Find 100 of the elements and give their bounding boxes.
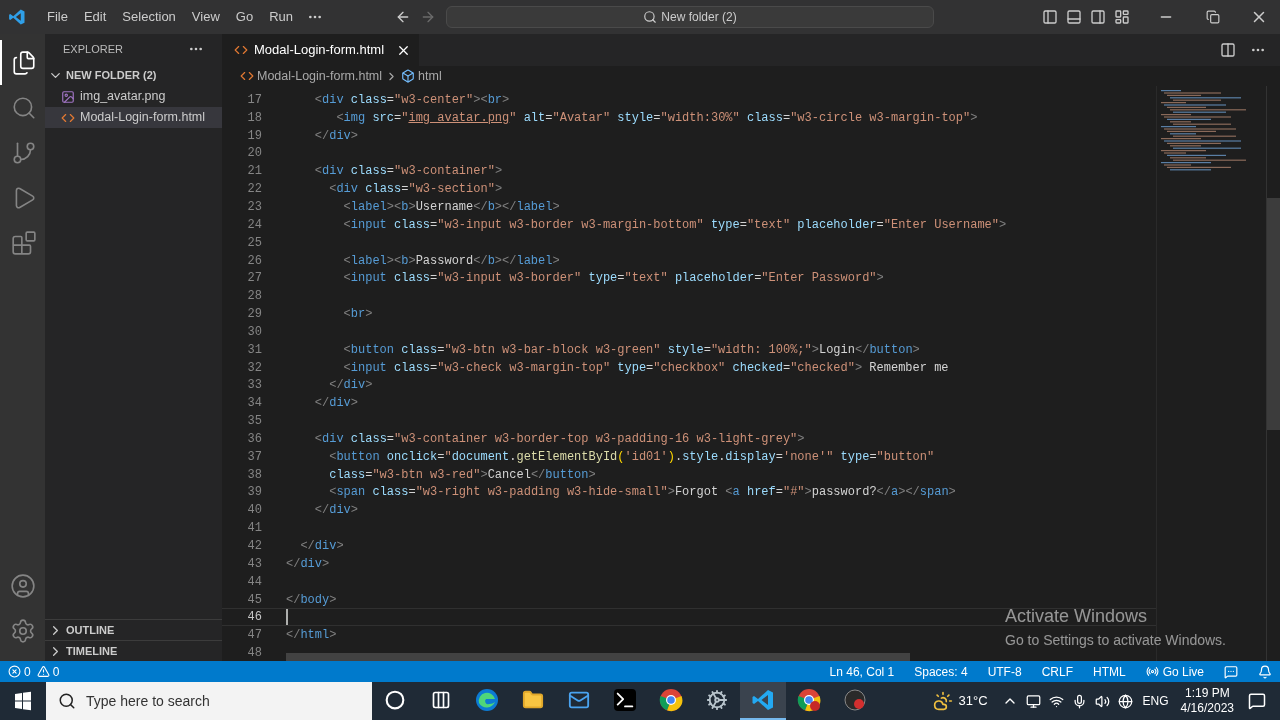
line-number: 39: [246, 484, 262, 502]
status-item[interactable]: HTML: [1092, 662, 1126, 681]
sidebar-toggle-icon[interactable]: [1042, 9, 1058, 25]
restore-icon[interactable]: [1206, 10, 1220, 24]
line-number: 25: [246, 234, 262, 252]
branch-icon: [10, 139, 37, 166]
menu-item[interactable]: View: [183, 5, 228, 29]
notifications-icon[interactable]: [1258, 664, 1272, 679]
code-line: </div>: [313, 502, 359, 520]
line-number: 31: [246, 341, 262, 359]
problems-status[interactable]: 0 0: [8, 662, 60, 681]
line-number: 21: [246, 163, 262, 181]
text-cursor: [286, 609, 288, 626]
taskbar-search-field[interactable]: Type here to search: [46, 682, 372, 720]
line-number: 43: [246, 555, 262, 573]
feedback-icon[interactable]: [1224, 664, 1238, 679]
breadcrumb-item[interactable]: Modal-Login-form.html: [257, 66, 383, 86]
account-icon: [9, 572, 36, 599]
search-icon: [58, 692, 76, 710]
network-icon[interactable]: [1048, 693, 1064, 709]
code-icon: [234, 43, 248, 57]
menu-item[interactable]: File: [39, 5, 76, 29]
menu-item[interactable]: Edit: [75, 5, 115, 29]
editor-tab[interactable]: Modal-Login-form.html: [222, 34, 420, 66]
browser-icon: [797, 688, 821, 712]
status-item[interactable]: Ln 46, Col 1: [829, 662, 895, 681]
code-line: <img src="img_avatar.png" alt="Avatar" style="width:30%" class="w3-circle w3-margin-top">: [335, 109, 978, 127]
task-view-icon: [431, 690, 451, 710]
line-number: 47: [246, 627, 262, 645]
line-number: 26: [246, 252, 262, 270]
status-item[interactable]: CRLF: [1041, 662, 1073, 681]
temperature[interactable]: 31°C: [958, 691, 988, 711]
line-number: 44: [246, 573, 262, 591]
scrollbar-thumb[interactable]: [1267, 198, 1280, 430]
monitor-icon[interactable]: [1025, 693, 1041, 709]
explorer-row[interactable]: Modal-Login-form.html: [45, 107, 222, 128]
app-logo: [8, 8, 26, 26]
line-number: 45: [246, 591, 262, 609]
back-icon[interactable]: [395, 9, 411, 25]
menu-item[interactable]: Run: [261, 5, 301, 29]
app-icon: [843, 688, 867, 712]
blocks-icon: [10, 229, 37, 256]
code-line: </div>: [313, 127, 359, 145]
menu-item[interactable]: Go: [227, 5, 262, 29]
line-number: 38: [246, 466, 262, 484]
line-number: 27: [246, 270, 262, 288]
weather-icon: [932, 691, 953, 711]
split-editor-icon[interactable]: [1220, 42, 1236, 58]
line-number: 35: [246, 413, 262, 431]
code-line: </html>: [286, 627, 337, 645]
notification-icon[interactable]: [1248, 692, 1266, 710]
code-line: <button class="w3-btn w3-bar-block w3-green" style="width: 100%;">Login</button>: [342, 341, 920, 359]
code-line: </div>: [328, 377, 373, 395]
code-line: <div class="w3-container">: [313, 163, 503, 181]
warning-icon: [36, 665, 50, 678]
line-number: 24: [246, 216, 262, 234]
code-editor-icon: [751, 688, 775, 712]
code-line: <input class="w3-input w3-border w3-margin-bottom" type="text" placeholder="Enter Username">: [342, 216, 1007, 234]
layout-icon[interactable]: [1114, 9, 1130, 25]
activation-title: Activate Windows: [1005, 605, 1149, 628]
line-number: 30: [246, 323, 262, 341]
workspace-name: New folder (2): [661, 9, 737, 26]
activation-message: Go to Settings to activate Windows.: [1005, 631, 1226, 650]
settings-icon: [9, 617, 36, 644]
code-line: </div>: [286, 555, 330, 573]
line-number: 34: [246, 395, 262, 413]
code-line: <br>: [342, 306, 373, 324]
broadcast-icon: [1145, 665, 1159, 678]
menu-item[interactable]: Selection: [114, 5, 184, 29]
code-line: </div>: [313, 395, 359, 413]
code-line: <span class="w3-right w3-padding w3-hide-small">Forgot <a href="#">password?</a></span>: [328, 484, 956, 502]
code-line: <input class="w3-input w3-border" type="text" placeholder="Enter Password">: [342, 270, 884, 288]
volume-icon[interactable]: [1094, 693, 1110, 709]
code-line: <input class="w3-check w3-margin-top" type="checkbox" checked="checked"> Remember me: [342, 359, 949, 377]
input-language[interactable]: ENG: [1142, 692, 1169, 710]
panel-header[interactable]: OUTLINE: [45, 619, 222, 640]
secondary-sidebar-icon[interactable]: [1090, 9, 1106, 25]
gear-icon: [706, 689, 728, 711]
explorer-row[interactable]: img_avatar.png: [45, 86, 222, 107]
status-item[interactable]: Spaces: 4: [914, 662, 968, 681]
image-icon: [61, 89, 75, 104]
globe-icon[interactable]: [1117, 693, 1133, 709]
status-item[interactable]: UTF-8: [987, 662, 1022, 681]
clock[interactable]: 1:19 PM 4/16/2023: [1180, 686, 1234, 716]
line-number: 32: [246, 359, 262, 377]
panel-toggle-icon[interactable]: [1066, 9, 1082, 25]
line-number: 20: [246, 145, 262, 163]
horizontal-scrollbar[interactable]: [286, 653, 910, 661]
folder-header[interactable]: NEW FOLDER (2): [45, 64, 222, 86]
status-item[interactable]: Go Live: [1145, 662, 1204, 681]
files-icon: [10, 49, 37, 76]
line-number: 23: [246, 199, 262, 216]
line-number: 33: [246, 377, 262, 395]
error-icon: [8, 665, 21, 678]
microphone-icon[interactable]: [1071, 693, 1087, 709]
line-number: 18: [246, 109, 262, 127]
command-search-field[interactable]: New folder (2): [446, 6, 934, 28]
sidebar-title: EXPLORER: [63, 41, 123, 57]
breadcrumb-item[interactable]: html: [418, 66, 442, 86]
code-line: </div>: [299, 538, 344, 555]
